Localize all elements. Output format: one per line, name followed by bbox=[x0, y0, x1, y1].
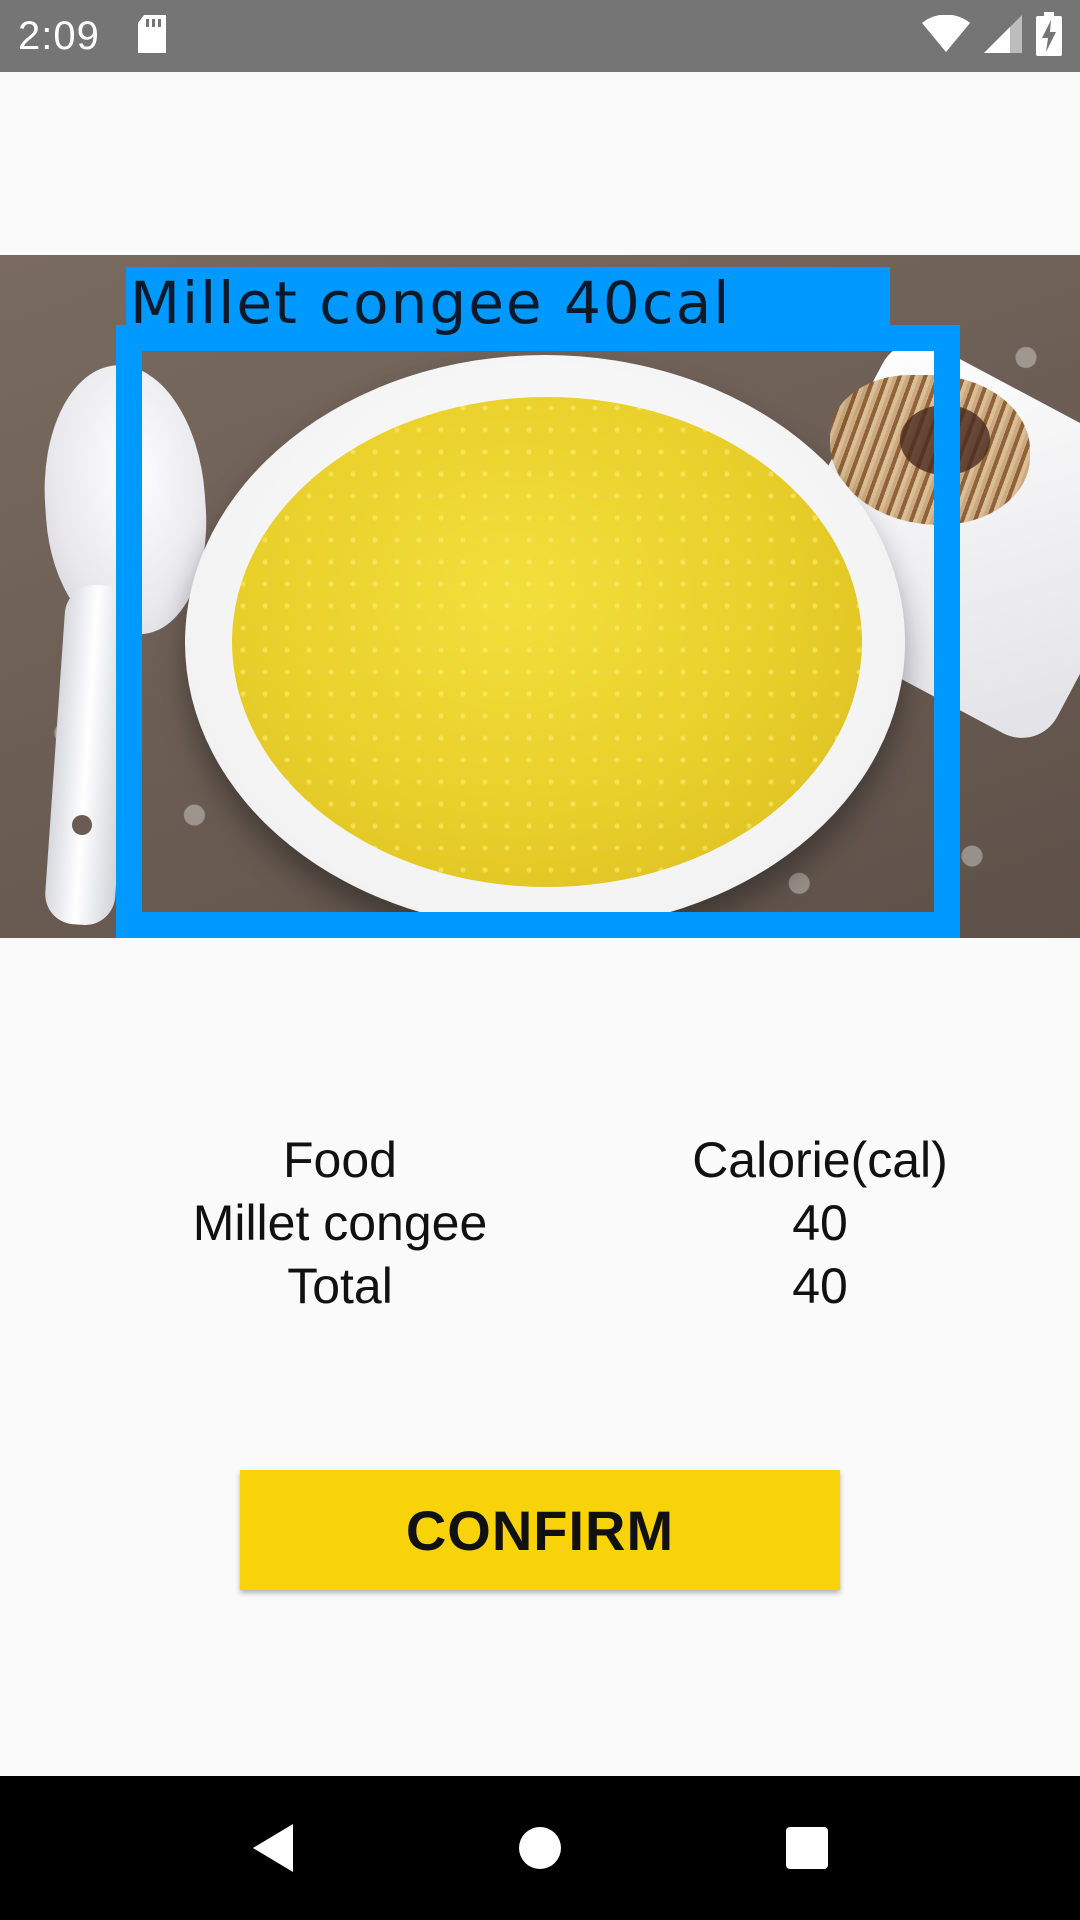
table-row-total: Total 40 bbox=[0, 1254, 1080, 1317]
cell-calorie: 40 bbox=[792, 1194, 848, 1251]
cell-food: Total bbox=[287, 1257, 393, 1314]
screen: 2:09 Millet congee 40cal Food Calorie(ca… bbox=[0, 0, 1080, 1920]
header-calorie: Calorie(cal) bbox=[692, 1131, 948, 1188]
status-time: 2:09 bbox=[18, 13, 100, 58]
home-icon[interactable] bbox=[495, 1803, 585, 1893]
calorie-table: Food Calorie(cal) Millet congee 40 Total… bbox=[0, 1128, 1080, 1317]
navigation-bar bbox=[0, 1776, 1080, 1920]
status-right bbox=[922, 11, 1062, 61]
wifi-icon bbox=[922, 13, 970, 58]
recents-icon[interactable] bbox=[762, 1803, 852, 1893]
table-row: Millet congee 40 bbox=[0, 1191, 1080, 1254]
back-icon[interactable] bbox=[228, 1803, 318, 1893]
detection-box bbox=[116, 325, 960, 938]
sd-card-icon bbox=[136, 14, 168, 58]
cellular-signal-icon bbox=[984, 14, 1022, 58]
cell-food: Millet congee bbox=[192, 1194, 488, 1251]
cell-calorie: 40 bbox=[792, 1257, 848, 1314]
status-bar: 2:09 bbox=[0, 0, 1080, 72]
battery-charging-icon bbox=[1036, 11, 1062, 61]
header-food: Food bbox=[283, 1131, 397, 1188]
confirm-button[interactable]: CONFIRM bbox=[240, 1470, 840, 1590]
status-left: 2:09 bbox=[18, 14, 168, 59]
table-header-row: Food Calorie(cal) bbox=[0, 1128, 1080, 1191]
detection-label: Millet congee 40cal bbox=[130, 269, 732, 337]
spoon-hole bbox=[72, 815, 92, 835]
food-photo: Millet congee 40cal bbox=[0, 255, 1080, 938]
